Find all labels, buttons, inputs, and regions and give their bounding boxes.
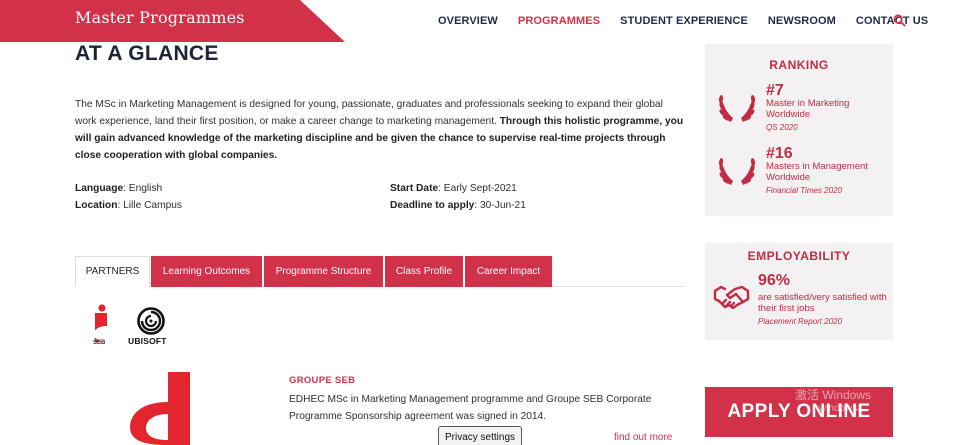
fact-start-date: Start Date: Early Sept-2021 bbox=[390, 180, 526, 197]
tab-programme-structure[interactable]: Programme Structure bbox=[264, 256, 383, 287]
tab-career-impact[interactable]: Career Impact bbox=[465, 256, 552, 287]
nav-item-programmes[interactable]: PROGRAMMES bbox=[518, 15, 600, 27]
search-icon[interactable] bbox=[893, 14, 906, 27]
laurel-icon bbox=[718, 158, 756, 185]
ranking-label: Masters in Management Worldwide bbox=[766, 161, 868, 183]
fact-deadline: Deadline to apply: 30-Jun-21 bbox=[390, 197, 526, 214]
programme-tabs: PARTNERS Learning Outcomes Programme Str… bbox=[75, 256, 685, 287]
tab-partners[interactable]: PARTNERS bbox=[75, 256, 150, 287]
handshake-icon bbox=[713, 285, 750, 309]
ranking-title: RANKING bbox=[769, 58, 829, 72]
facts-right: Start Date: Early Sept-2021 Deadline to … bbox=[390, 180, 526, 214]
seb-logo-label: SEB bbox=[93, 340, 106, 346]
ranking-item: #16 Masters in Management Worldwide Fina… bbox=[705, 145, 893, 205]
main-nav: OVERVIEW PROGRAMMES STUDENT EXPERIENCE N… bbox=[438, 15, 948, 27]
tab-class-profile[interactable]: Class Profile bbox=[385, 256, 463, 287]
ranking-card: RANKING #7 Master in Marketing Worldwide… bbox=[705, 44, 893, 216]
fact-deadline-value: : 30-Jun-21 bbox=[474, 200, 526, 211]
fact-start-value: : Early Sept-2021 bbox=[438, 183, 517, 194]
page-title: AT A GLANCE bbox=[75, 42, 219, 65]
fact-start-key: Start Date bbox=[390, 183, 439, 194]
find-out-more-link[interactable]: find out more bbox=[614, 432, 672, 443]
fact-location: Location: Lille Campus bbox=[75, 197, 182, 214]
fact-language-value: : English bbox=[123, 183, 163, 194]
nav-item-newsroom[interactable]: NEWSROOM bbox=[768, 15, 836, 27]
ranking-source: Financial Times 2020 bbox=[766, 186, 842, 195]
brand-title[interactable]: Master Programmes bbox=[75, 8, 245, 27]
privacy-settings-button[interactable]: Privacy settings bbox=[438, 426, 522, 445]
fact-location-value: : Lille Campus bbox=[117, 200, 183, 211]
ranking-label: Master in Marketing Worldwide bbox=[766, 98, 850, 120]
ranking-source: QS 2020 bbox=[766, 123, 798, 132]
nav-item-overview[interactable]: OVERVIEW bbox=[438, 15, 498, 27]
employability-label: are satisfied/very satisfied with their … bbox=[758, 292, 887, 314]
ubisoft-logo-label: UBISOFT bbox=[128, 336, 167, 346]
employability-source: Placement Report 2020 bbox=[758, 317, 843, 326]
nav-item-student-experience[interactable]: STUDENT EXPERIENCE bbox=[620, 15, 748, 27]
ranking-item: #7 Master in Marketing Worldwide QS 2020 bbox=[705, 82, 893, 142]
apply-online-button[interactable]: APPLY ONLINE bbox=[705, 387, 893, 437]
laurel-icon bbox=[718, 95, 756, 122]
fact-deadline-key: Deadline to apply bbox=[390, 200, 475, 211]
ubisoft-logo[interactable] bbox=[137, 307, 165, 335]
tab-learning-outcomes[interactable]: Learning Outcomes bbox=[151, 256, 262, 287]
fact-location-key: Location bbox=[75, 200, 118, 211]
facts-left: Language: English Location: Lille Campus bbox=[75, 180, 182, 214]
employability-percent: 96% bbox=[758, 272, 791, 289]
fact-language-key: Language bbox=[75, 183, 124, 194]
intro-paragraph: The MSc in Marketing Management is desig… bbox=[75, 96, 685, 164]
employability-card: EMPLOYABILITY 96% are satisfied/very sat… bbox=[705, 243, 893, 340]
seb-large-logo bbox=[130, 372, 190, 445]
partner-name: GROUPE SEB bbox=[289, 375, 356, 386]
partner-description: EDHEC MSc in Marketing Management progra… bbox=[289, 394, 652, 422]
fact-language: Language: English bbox=[75, 180, 182, 197]
employability-title: EMPLOYABILITY bbox=[747, 249, 851, 263]
